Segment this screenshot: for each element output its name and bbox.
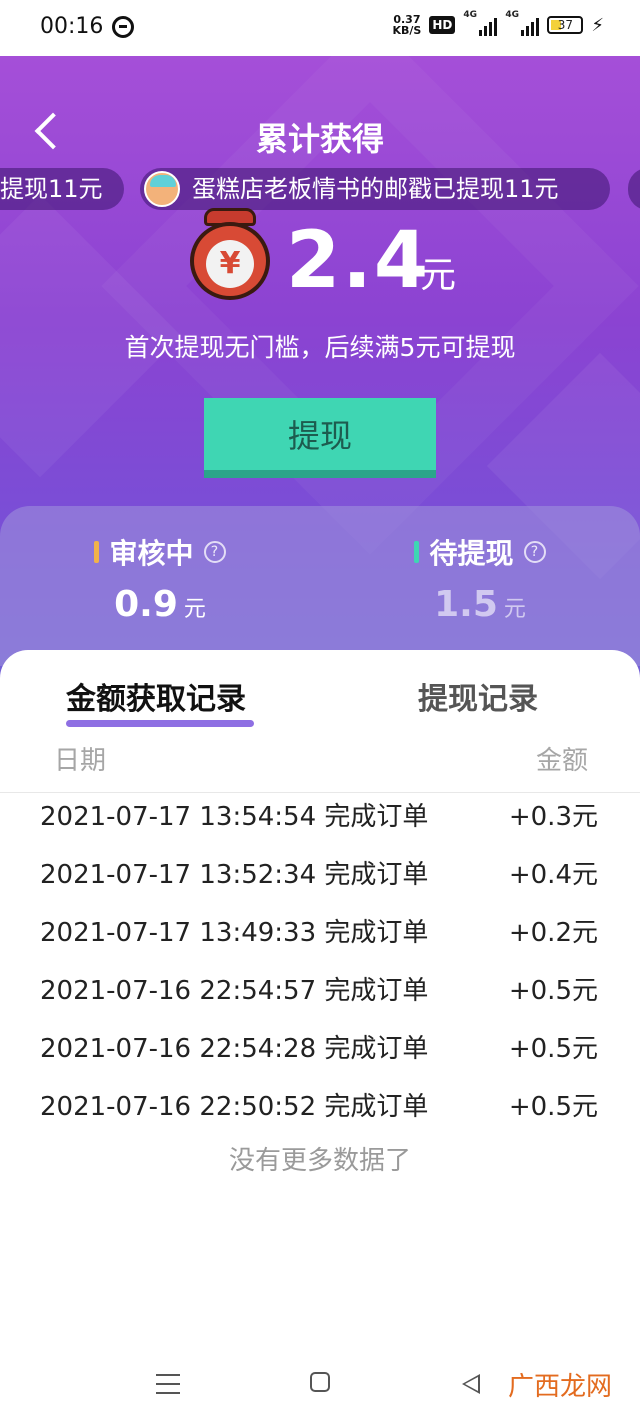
amount-column-header: 金额 — [535, 746, 588, 776]
table-row: 2021-07-16 22:54:28 完成订单 +0.5元 — [0, 1024, 640, 1082]
help-icon[interactable]: ? — [203, 541, 226, 563]
signal-icon: 4G — [463, 10, 498, 36]
watermark-logo: 广西龙网 — [508, 1372, 613, 1402]
signal-type-label: 4G — [463, 10, 478, 20]
money-bag-icon: ¥ — [190, 208, 270, 302]
table-row: 2021-07-17 13:52:34 完成订单 +0.4元 — [0, 850, 640, 908]
network-speed-unit: KB/S — [392, 24, 422, 37]
record-description: 2021-07-17 13:49:33 完成订单 — [40, 918, 429, 948]
pending-unit: 元 — [503, 597, 526, 622]
pending-marker — [414, 541, 420, 563]
record-description: 2021-07-16 22:50:52 完成订单 — [40, 1092, 429, 1122]
charging-icon: ⚡ — [591, 14, 604, 36]
back-triangle-icon[interactable] — [462, 1374, 480, 1394]
record-amount: +0.5元 — [508, 976, 598, 1006]
record-amount: +0.5元 — [508, 1092, 598, 1122]
reviewing-marker — [94, 541, 100, 563]
no-more-data-text: 没有更多数据了 — [228, 1146, 411, 1176]
pending-label: 待提现 — [429, 537, 514, 570]
summary-panel: 审核中 ? 0.9 元 待提现 ? 1.5 元 — [0, 506, 640, 666]
balance-unit: 元 — [420, 255, 457, 296]
tab-indicator — [66, 720, 254, 727]
system-nav-bar: 广西龙网 — [0, 1346, 640, 1422]
reviewing-label: 审核中 — [109, 537, 194, 570]
ticker-text-previous: 提现11元 — [0, 175, 103, 203]
record-description: 2021-07-17 13:54:54 完成订单 — [40, 802, 429, 832]
balance-amount: 2.4 — [286, 216, 431, 306]
table-row: 2021-07-16 22:54:57 完成订单 +0.5元 — [0, 966, 640, 1024]
record-amount: +0.2元 — [508, 918, 598, 948]
record-amount: +0.5元 — [508, 1034, 598, 1064]
hd-icon: HD — [429, 16, 456, 34]
network-speed: 0.37 KB/S — [392, 14, 421, 36]
withdraw-button[interactable]: 提现 — [204, 398, 436, 478]
yen-coin-icon: ¥ — [206, 240, 254, 288]
withdraw-hint: 首次提现无门槛，后续满5元可提现 — [124, 333, 516, 362]
pending-value: 1.5 — [434, 584, 498, 625]
ticker-item-previous: 提现11元 — [0, 168, 124, 210]
help-icon[interactable]: ? — [523, 541, 546, 563]
tab-earnings-records[interactable]: 金额获取记录 — [66, 674, 246, 718]
status-bar: 00:16 0.37 KB/S HD 4G 4G 37 ⚡ — [0, 0, 640, 56]
page-title: 累计获得 — [255, 120, 384, 158]
battery-icon: 37 — [547, 16, 584, 34]
pending-summary: 待提现 ? 1.5 元 — [320, 532, 640, 625]
reviewing-summary: 审核中 ? 0.9 元 — [0, 532, 320, 625]
menu-icon[interactable] — [156, 1374, 180, 1394]
date-column-header: 日期 — [54, 746, 107, 776]
avatar — [144, 171, 180, 207]
ticker-text: 蛋糕店老板情书的邮戳已提现11元 — [192, 175, 559, 203]
record-description: 2021-07-16 22:54:28 完成订单 — [40, 1034, 429, 1064]
record-description: 2021-07-17 13:52:34 完成订单 — [40, 860, 429, 890]
signal-type-label-2: 4G — [505, 10, 520, 20]
table-row: 2021-07-17 13:49:33 完成订单 +0.2元 — [0, 908, 640, 966]
ticker-item-next — [628, 168, 640, 210]
records-list: 2021-07-17 13:54:54 完成订单 +0.3元 2021-07-17… — [0, 792, 640, 1140]
reviewing-value: 0.9 — [114, 584, 178, 625]
record-amount: +0.3元 — [508, 802, 598, 832]
record-amount: +0.4元 — [508, 860, 598, 890]
signal-icon-2: 4G — [505, 10, 540, 36]
tab-withdraw-records[interactable]: 提现记录 — [418, 674, 538, 718]
message-icon — [112, 16, 134, 38]
records-card: 金额获取记录 提现记录 日期 金额 2021-07-17 13:54:54 完成… — [0, 650, 640, 1350]
table-row: 2021-07-17 13:54:54 完成订单 +0.3元 — [0, 792, 640, 850]
record-description: 2021-07-16 22:54:57 完成订单 — [40, 976, 429, 1006]
status-indicators: 0.37 KB/S HD 4G 4G 37 ⚡ — [392, 10, 604, 36]
reviewing-unit: 元 — [183, 597, 206, 622]
ticker-item-current: 蛋糕店老板情书的邮戳已提现11元 — [140, 168, 610, 210]
battery-level: 37 — [557, 18, 573, 32]
status-time: 00:16 — [40, 14, 104, 39]
table-row: 2021-07-16 22:50:52 完成订单 +0.5元 — [0, 1082, 640, 1140]
home-square-icon[interactable] — [310, 1372, 330, 1392]
